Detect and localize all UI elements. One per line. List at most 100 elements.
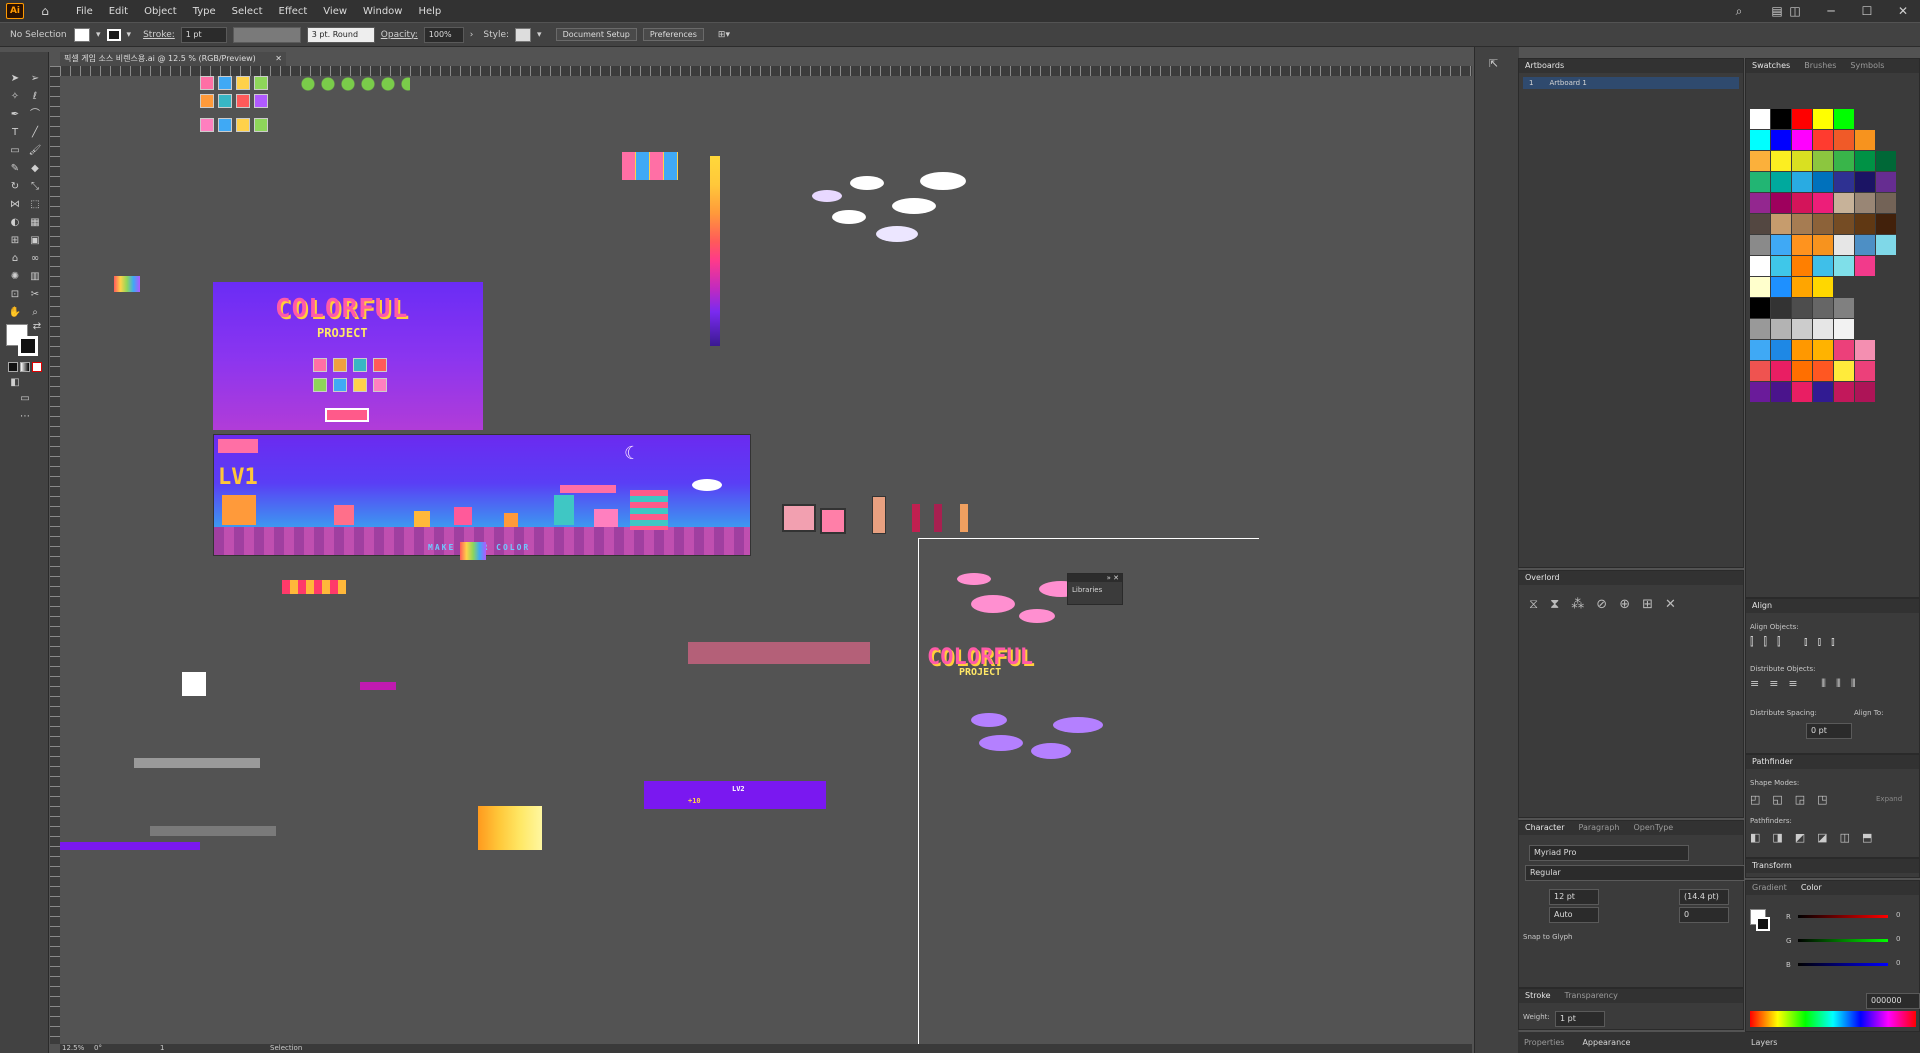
gradient-tool-icon[interactable]: ▣ [28,234,42,248]
color-swatch[interactable] [1855,382,1875,402]
menu-window[interactable]: Window [355,6,410,17]
artboard-row[interactable]: 1 Artboard 1 [1523,77,1739,89]
close-tab-icon[interactable]: ✕ [275,52,282,66]
r-value[interactable]: 0 [1896,911,1900,919]
color-swatch[interactable] [1792,298,1812,318]
color-swatch[interactable] [1771,151,1791,171]
color-swatch[interactable] [1876,193,1896,213]
tab-character[interactable]: Character [1525,821,1565,835]
color-swatch[interactable] [1855,256,1875,276]
tracking-field[interactable]: 0 [1679,907,1729,923]
screen-mode-icon[interactable]: ▭ [18,392,32,406]
minimize-icon[interactable]: ─ [1822,2,1840,20]
color-swatch[interactable] [1876,172,1896,192]
color-swatch[interactable] [1834,298,1854,318]
color-swatch[interactable] [1792,277,1812,297]
line-tool-icon[interactable]: ╱ [28,126,42,140]
kerning-field[interactable]: Auto [1549,907,1599,923]
canvas[interactable]: COLORFUL PROJECT LV1 ☾ MAKE YOUR COLOR [60,76,1472,1044]
color-swatch[interactable] [1750,193,1770,213]
scale-tool-icon[interactable]: ⤡ [28,180,42,194]
color-swatch[interactable] [1792,361,1812,381]
color-swatch[interactable] [1834,172,1854,192]
color-swatch[interactable] [1834,340,1854,360]
hex-field[interactable]: 000000 [1866,993,1920,1009]
stroke-swatch[interactable] [106,28,121,41]
color-swatch[interactable] [1813,382,1833,402]
color-swatch[interactable] [1834,256,1854,276]
eyedropper-icon[interactable]: ⌂ [8,252,22,266]
color-swatch[interactable] [1813,256,1833,276]
slice-tool-icon[interactable]: ✂ [28,288,42,302]
color-swatch[interactable] [1771,193,1791,213]
color-swatch[interactable] [1834,151,1854,171]
pathfinder-tab[interactable]: Pathfinder [1752,755,1793,769]
color-swatch[interactable] [1792,319,1812,339]
width-tool-icon[interactable]: ⋈ [8,198,22,212]
menu-file[interactable]: File [68,6,101,17]
color-swatch[interactable] [1771,382,1791,402]
color-swatch[interactable] [1771,298,1791,318]
close-icon[interactable]: » ✕ [1068,574,1122,582]
color-swatch[interactable] [1813,298,1833,318]
game-title-screen[interactable]: COLORFUL PROJECT [213,282,483,430]
color-swatch[interactable] [1750,361,1770,381]
maximize-icon[interactable]: ☐ [1858,2,1876,20]
color-swatch[interactable] [1834,193,1854,213]
color-swatch[interactable] [1834,382,1854,402]
color-swatch[interactable] [1834,361,1854,381]
eraser-icon[interactable]: ◆ [28,162,42,176]
color-spectrum[interactable] [1750,1011,1916,1027]
pen-tool-icon[interactable]: ✒ [8,108,22,122]
status-text[interactable]: Selection [270,1044,302,1052]
color-swatch[interactable] [1750,109,1770,129]
color-swatch[interactable] [1792,172,1812,192]
color-swatch[interactable] [1771,277,1791,297]
color-swatch[interactable] [1750,319,1770,339]
font-family-field[interactable]: Myriad Pro [1529,845,1689,861]
artboard-preview[interactable]: COLORFUL PROJECT [918,538,1259,1044]
zoom-tool-icon[interactable]: ⌕ [28,306,42,320]
g-value[interactable]: 0 [1896,935,1900,943]
menu-effect[interactable]: Effect [271,6,316,17]
free-transform-icon[interactable]: ⬚ [28,198,42,212]
color-swatch[interactable] [1771,256,1791,276]
overlord-icon[interactable]: ⊕ [1619,597,1630,612]
export-panel-icon[interactable]: ⇱ [1489,57,1498,70]
curvature-tool-icon[interactable]: ⌒ [28,108,42,122]
overlord-icon[interactable]: ⊞ [1642,597,1653,612]
artboard-navigator[interactable]: 1 [160,1044,164,1052]
chevron-down-icon[interactable]: ▾ [96,30,101,40]
artboard-tool-icon[interactable]: ⊡ [8,288,22,302]
more-tools-icon[interactable]: ⋯ [18,410,32,424]
menu-edit[interactable]: Edit [101,6,136,17]
tab-appearance[interactable]: Appearance [1582,1038,1630,1047]
color-swatch[interactable] [1834,130,1854,150]
color-swatch[interactable] [1813,172,1833,192]
shaper-tool-icon[interactable]: ✎ [8,162,22,176]
selection-tool-icon[interactable]: ➤ [8,72,22,86]
color-swatch[interactable] [1813,277,1833,297]
color-swatch[interactable] [1771,319,1791,339]
color-swatch[interactable] [1771,361,1791,381]
color-swatch[interactable] [1855,193,1875,213]
chevron-down-icon[interactable]: ▾ [127,30,132,40]
mesh-tool-icon[interactable]: ⊞ [8,234,22,248]
magic-wand-icon[interactable]: ✧ [8,90,22,104]
color-swatch[interactable] [1792,130,1812,150]
color-swatch[interactable] [1750,340,1770,360]
g-slider[interactable] [1798,939,1888,942]
color-swatch[interactable] [1792,109,1812,129]
libraries-panel[interactable]: » ✕ Libraries [1067,573,1123,605]
arrange-documents-icon[interactable]: ⊞▾ [718,30,730,40]
color-swatch[interactable] [1813,109,1833,129]
rotation-field[interactable]: 0° [94,1044,102,1052]
opacity-field[interactable]: 100% [423,26,464,43]
color-swatch[interactable] [1813,235,1833,255]
color-mode-icon[interactable] [8,362,18,372]
align-buttons[interactable]: ⫿⫿⫿ ⫾⫾⫾ [1750,635,1845,649]
chevron-right-icon[interactable]: › [470,30,474,40]
stroke-indicator[interactable] [1756,917,1770,931]
color-swatch[interactable] [1792,256,1812,276]
chevron-down-icon[interactable]: ▾ [537,30,542,40]
